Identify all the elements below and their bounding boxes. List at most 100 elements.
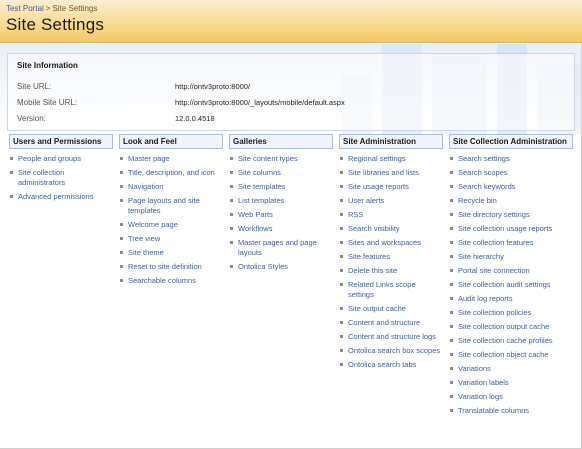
- bullet-icon: [450, 213, 453, 216]
- settings-link[interactable]: Ontolica Styles: [238, 262, 288, 271]
- settings-link[interactable]: Related Links scope settings: [348, 280, 416, 299]
- settings-link[interactable]: Audit log reports: [458, 294, 513, 303]
- settings-list-item: Search scopes: [449, 168, 573, 178]
- settings-link[interactable]: Regional settings: [348, 154, 406, 163]
- settings-link[interactable]: Site collection cache profiles: [458, 336, 553, 345]
- settings-link[interactable]: RSS: [348, 210, 363, 219]
- site-information-title: Site Information: [17, 61, 78, 70]
- bullet-icon: [230, 241, 233, 244]
- settings-link[interactable]: Translatable columns: [458, 406, 529, 415]
- bullet-icon: [340, 171, 343, 174]
- settings-link[interactable]: Site collection output cache: [458, 322, 549, 331]
- settings-link[interactable]: Site usage reports: [348, 182, 409, 191]
- settings-link[interactable]: Search visibility: [348, 224, 400, 233]
- settings-link[interactable]: Title, description, and icon: [128, 168, 215, 177]
- settings-list-item: Tree view: [119, 234, 223, 244]
- bullet-icon: [450, 227, 453, 230]
- settings-link[interactable]: Welcome page: [128, 220, 178, 229]
- settings-link[interactable]: Site output cache: [348, 304, 406, 313]
- settings-link[interactable]: Site templates: [238, 182, 286, 191]
- settings-link[interactable]: Site theme: [128, 248, 164, 257]
- settings-list-item: Reset to site definition: [119, 262, 223, 272]
- settings-list-item: Delete this site: [339, 266, 443, 276]
- settings-link[interactable]: Reset to site definition: [128, 262, 202, 271]
- settings-link[interactable]: Variation labels: [458, 378, 509, 387]
- settings-list-item: Ontolica search box scopes: [339, 346, 443, 356]
- bullet-icon: [450, 199, 453, 202]
- settings-list-item: Site collection policies: [449, 308, 573, 318]
- settings-link[interactable]: Navigation: [128, 182, 163, 191]
- settings-link[interactable]: Master pages and page layouts: [238, 238, 317, 257]
- settings-list-item: Page layouts and site templates: [119, 196, 223, 216]
- settings-list-item: Variation logs: [449, 392, 573, 402]
- settings-link[interactable]: Advanced permissions: [18, 192, 93, 201]
- settings-list-item: Content and structure: [339, 318, 443, 328]
- settings-link[interactable]: Searchable columns: [128, 276, 196, 285]
- breadcrumb-current: Site Settings: [52, 4, 98, 13]
- settings-link[interactable]: Master page: [128, 154, 170, 163]
- bullet-icon: [120, 157, 123, 160]
- column-look-and-feel: Look and Feel Master page Title, descript…: [119, 134, 223, 290]
- settings-link[interactable]: Search settings: [458, 154, 510, 163]
- settings-link[interactable]: Site hierarchy: [458, 252, 504, 261]
- settings-link[interactable]: Site libraries and lists: [348, 168, 419, 177]
- settings-list-item: User alerts: [339, 196, 443, 206]
- settings-list-item: Audit log reports: [449, 294, 573, 304]
- settings-list-item: Translatable columns: [449, 406, 573, 416]
- settings-link[interactable]: Content and structure logs: [348, 332, 436, 341]
- settings-link[interactable]: Ontolica search box scopes: [348, 346, 440, 355]
- settings-link[interactable]: Site collection policies: [458, 308, 531, 317]
- bullet-icon: [230, 265, 233, 268]
- settings-link[interactable]: Recycle bin: [458, 196, 497, 205]
- column-site-collection-administration: Site Collection Administration Search se…: [449, 134, 573, 420]
- settings-link[interactable]: People and groups: [18, 154, 81, 163]
- settings-link[interactable]: User alerts: [348, 196, 384, 205]
- settings-link[interactable]: List templates: [238, 196, 284, 205]
- settings-link[interactable]: Ontolica search tabs: [348, 360, 416, 369]
- settings-list-item: Site collection administrators: [9, 168, 113, 188]
- bullet-icon: [120, 171, 123, 174]
- settings-link[interactable]: Variation logs: [458, 392, 503, 401]
- page-title: Site Settings: [6, 15, 105, 34]
- settings-link[interactable]: Site collection usage reports: [458, 224, 552, 233]
- settings-link[interactable]: Site collection audit settings: [458, 280, 551, 289]
- breadcrumb-root-link[interactable]: Test Portal: [6, 4, 44, 13]
- bullet-icon: [10, 195, 13, 198]
- settings-link[interactable]: Search scopes: [458, 168, 508, 177]
- bullet-icon: [340, 213, 343, 216]
- settings-link[interactable]: Portal site connection: [458, 266, 530, 275]
- settings-link[interactable]: Variations: [458, 364, 491, 373]
- page-header: Test Portal > Site Settings Site Settings: [0, 0, 582, 43]
- settings-link[interactable]: Site content types: [238, 154, 298, 163]
- link-list: Master page Title, description, and icon N…: [119, 154, 223, 286]
- settings-list-item: Variations: [449, 364, 573, 374]
- bullet-icon: [10, 171, 13, 174]
- mobile-site-url-value: http://ontv3proto:8000/_layouts/mobile/d…: [175, 98, 345, 107]
- settings-list-item: Master pages and page layouts: [229, 238, 333, 258]
- settings-list-item: Site features: [339, 252, 443, 262]
- settings-list-item: Navigation: [119, 182, 223, 192]
- settings-link[interactable]: Site collection administrators: [18, 168, 65, 187]
- settings-list-item: Search visibility: [339, 224, 443, 234]
- settings-link[interactable]: Search keywords: [458, 182, 516, 191]
- settings-list-item: Portal site connection: [449, 266, 573, 276]
- settings-link[interactable]: Site columns: [238, 168, 281, 177]
- settings-link[interactable]: Tree view: [128, 234, 160, 243]
- settings-link[interactable]: Content and structure: [348, 318, 420, 327]
- settings-list-item: Site collection cache profiles: [449, 336, 573, 346]
- settings-link[interactable]: Site directory settings: [458, 210, 530, 219]
- settings-link[interactable]: Sites and workspaces: [348, 238, 421, 247]
- settings-link[interactable]: Page layouts and site templates: [128, 196, 200, 215]
- settings-link[interactable]: Site collection features: [458, 238, 533, 247]
- column-site-administration: Site Administration Regional settings Sit…: [339, 134, 443, 374]
- bullet-icon: [120, 199, 123, 202]
- settings-list-item: Site collection output cache: [449, 322, 573, 332]
- settings-link[interactable]: Site features: [348, 252, 390, 261]
- settings-list-item: Site directory settings: [449, 210, 573, 220]
- settings-link[interactable]: Web Parts: [238, 210, 273, 219]
- settings-link[interactable]: Workflows: [238, 224, 272, 233]
- settings-link[interactable]: Site collection object cache: [458, 350, 548, 359]
- breadcrumb: Test Portal > Site Settings: [6, 4, 97, 13]
- settings-link[interactable]: Delete this site: [348, 266, 397, 275]
- bullet-icon: [340, 255, 343, 258]
